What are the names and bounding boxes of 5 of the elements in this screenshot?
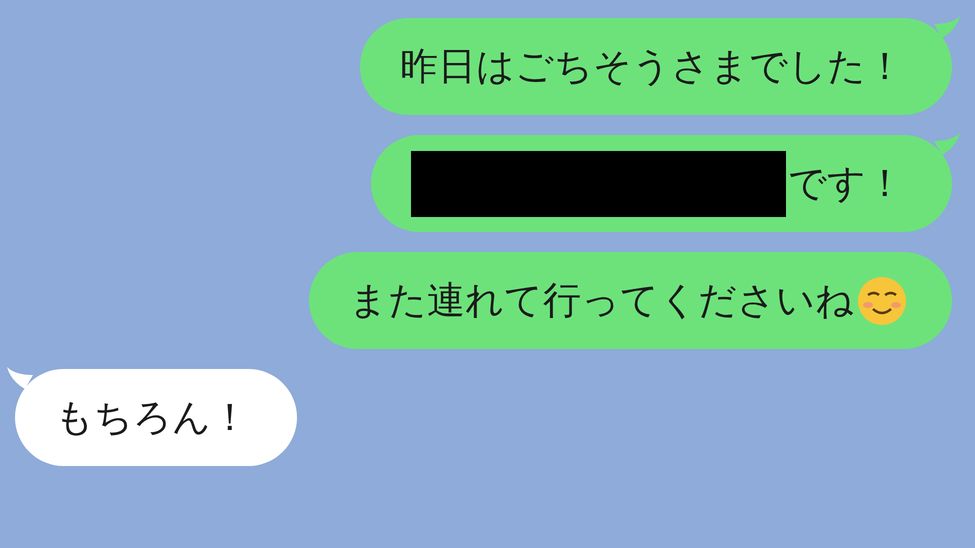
message-text: もちろん！ bbox=[55, 394, 249, 441]
message-text: 昨日はごちそうさまでした！ bbox=[400, 43, 904, 90]
message-text: です！ bbox=[788, 160, 904, 207]
message-text: また連れて行ってくださいね bbox=[349, 277, 854, 324]
smiling-emoji-icon bbox=[856, 274, 908, 326]
